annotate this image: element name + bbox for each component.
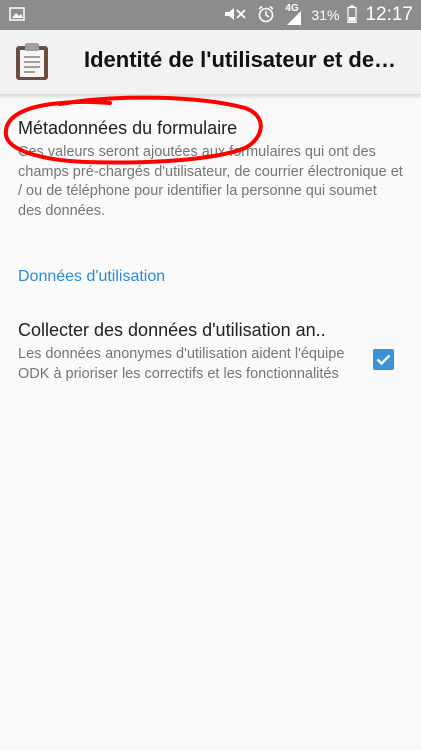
battery-icon [347,5,358,26]
form-metadata-preference[interactable]: Métadonnées du formulaire Ces valeurs se… [18,118,404,221]
app-bar: Identité de l'utilisateur et de… [0,30,421,95]
form-metadata-summary: Ces valeurs seront ajoutées aux formulai… [18,144,403,219]
usage-data-checkbox[interactable] [373,349,394,370]
form-metadata-title: Métadonnées du formulaire [18,118,238,138]
page-title: Identité de l'utilisateur et de… [84,47,397,72]
alarm-icon [257,5,275,26]
image-notification-icon [9,6,25,27]
usage-data-preference[interactable]: Collecter des données d'utilisation an..… [18,320,354,384]
usage-data-category-header: Données d'utilisation [18,268,166,285]
usage-data-title: Collecter des données d'utilisation an.. [18,320,326,340]
status-bar: 4G 31% 12:17 [0,0,421,30]
clipboard-icon [14,41,50,86]
battery-percent: 31% [311,7,340,23]
mute-icon [223,5,249,26]
clock: 12:17 [365,4,413,25]
usage-data-summary: Les données anonymes d'utilisation aiden… [18,346,345,382]
signal-icon: 4G [283,3,303,26]
checkmark-icon [376,354,391,366]
